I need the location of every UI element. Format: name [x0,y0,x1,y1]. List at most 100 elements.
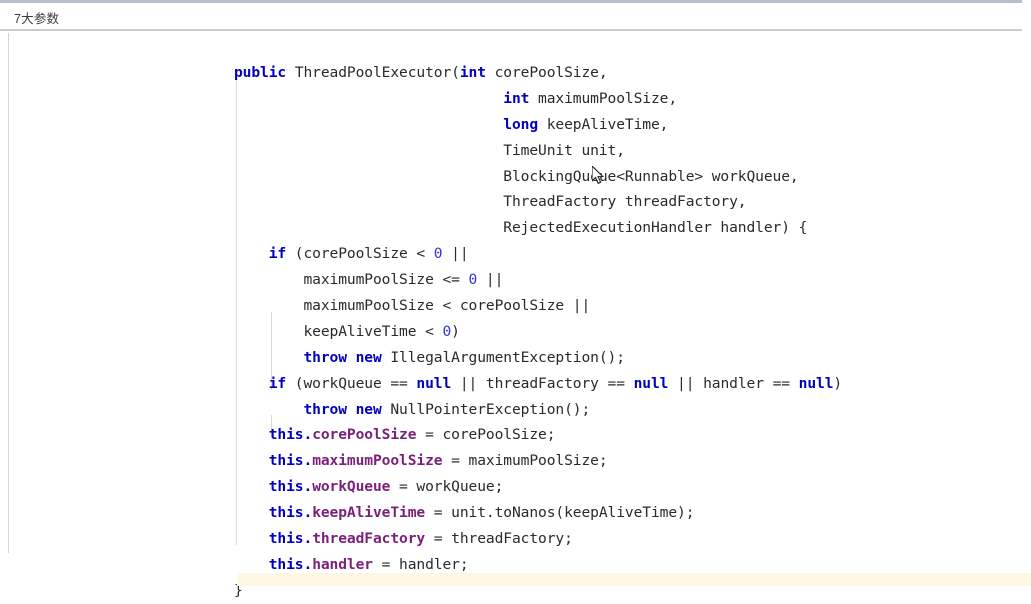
page-title: 7大参数 [14,12,60,26]
code-line: BlockingQueue<Runnable> workQueue, [234,164,842,190]
code-token-id: corePoolSize, [485,64,608,81]
code-token-id: ) [833,374,843,392]
code-token-id: = maximumPoolSize; [442,452,608,470]
code-token-kw: int [503,89,530,107]
code-token-id: = corePoolSize; [416,426,556,444]
code-token-id: BlockingQueue<Runnable> workQueue, [503,167,799,185]
code-token-kw: new [355,400,382,418]
code-token-id: || [477,271,504,289]
code-token-kw: . [303,530,313,548]
code-token-kw: . [303,504,313,522]
code-token-kw: new [355,348,382,366]
code-token-num: 0 [468,271,478,289]
code-token-kw: this [268,530,304,548]
code-token-kw: . [303,452,313,470]
code-token-id: = workQueue; [390,478,504,496]
code-line: TimeUnit unit, [234,138,842,164]
code-token-id: RejectedExecutionHandler handler) { [503,219,808,237]
header-bar: 7大参数 [0,0,1022,31]
code-token-fld: workQueue [312,478,391,496]
code-token-id [347,401,356,418]
code-token-id: || threadFactory == [451,374,634,392]
code-token-kw: throw [303,400,348,418]
code-line: this.threadFactory = threadFactory; [234,526,842,552]
code-token-kw: this [268,478,304,496]
code-token-kw: int [459,64,486,81]
code-token-kw: this [268,555,304,573]
code-token-kw: . [303,426,313,444]
code-token-kw: null [798,374,834,392]
code-line: if (workQueue == null || threadFactory =… [234,371,842,397]
code-token-id: keepAliveTime, [538,115,669,133]
code-token-id: TimeUnit unit, [503,141,625,159]
code-line: RejectedExecutionHandler handler) { [234,215,842,241]
code-token-id: maximumPoolSize <= [303,271,469,289]
code-token-kw: this [268,504,304,522]
code-line: throw new NullPointerException(); [234,397,842,423]
code-block[interactable]: public ThreadPoolExecutor(int corePoolSi… [234,60,842,604]
code-token-id [347,349,356,366]
code-line: this.maximumPoolSize = maximumPoolSize; [234,448,842,474]
code-line: throw new IllegalArgumentException(); [234,345,842,371]
code-line: maximumPoolSize <= 0 || [234,267,842,293]
code-line: long keepAliveTime, [234,112,842,138]
code-token-kw: . [303,555,313,573]
code-token-fld: maximumPoolSize [312,452,443,470]
code-token-fld: keepAliveTime [312,504,426,522]
code-token-id: ThreadPoolExecutor( [294,64,460,81]
code-token-kw: long [503,115,539,133]
code-token-fld: threadFactory [312,530,426,548]
code-token-id [286,64,295,81]
code-token-id: maximumPoolSize, [529,89,678,107]
code-token-kw: throw [303,348,348,366]
code-token-kw: if [268,374,287,392]
code-token-id: || [442,245,469,263]
code-token-kw: this [268,426,304,444]
code-line: this.keepAliveTime = unit.toNanos(keepAl… [234,500,842,526]
code-token-kw: null [416,374,452,392]
code-token-kw: if [268,245,287,263]
code-line: if (corePoolSize < 0 || [234,241,842,267]
code-token-kw: . [303,478,313,496]
code-token-num: 0 [442,322,452,340]
code-token-id: NullPointerException(); [381,400,591,418]
code-token-id: IllegalArgumentException(); [381,348,625,366]
left-margin-rule [8,33,9,553]
code-token-kw: this [268,452,304,470]
code-token-id: || handler == [668,374,799,392]
code-token-id: keepAliveTime < [303,322,443,340]
code-token-id: maximumPoolSize < corePoolSize || [303,297,591,315]
code-line: int maximumPoolSize, [234,86,842,112]
code-token-kw: null [633,374,669,392]
content-area: public ThreadPoolExecutor(int corePoolSi… [0,33,1031,599]
code-token-id: = handler; [373,555,469,573]
code-token-id: = threadFactory; [425,530,573,548]
code-token-id: = unit.toNanos(keepAliveTime); [425,504,695,522]
code-token-fld: corePoolSize [312,426,417,444]
code-line: this.workQueue = workQueue; [234,474,842,500]
code-line: keepAliveTime < 0) [234,319,842,345]
code-line: public ThreadPoolExecutor(int corePoolSi… [234,60,842,86]
caret-line-highlight [237,573,1031,586]
code-line: this.corePoolSize = corePoolSize; [234,422,842,448]
code-token-id: ) [451,322,460,340]
code-line: maximumPoolSize < corePoolSize || [234,293,842,319]
